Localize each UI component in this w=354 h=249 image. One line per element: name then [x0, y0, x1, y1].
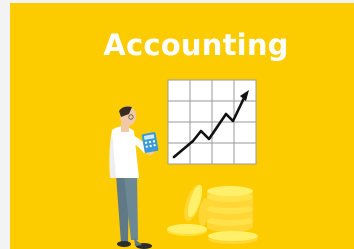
banner-illustration	[109, 79, 258, 249]
upward-trend-chart-icon	[167, 79, 257, 165]
gold-coin-stack-icon	[167, 184, 258, 244]
businessman-with-calculator-icon	[109, 106, 159, 249]
screenshot-frame: Accounting	[0, 0, 354, 249]
